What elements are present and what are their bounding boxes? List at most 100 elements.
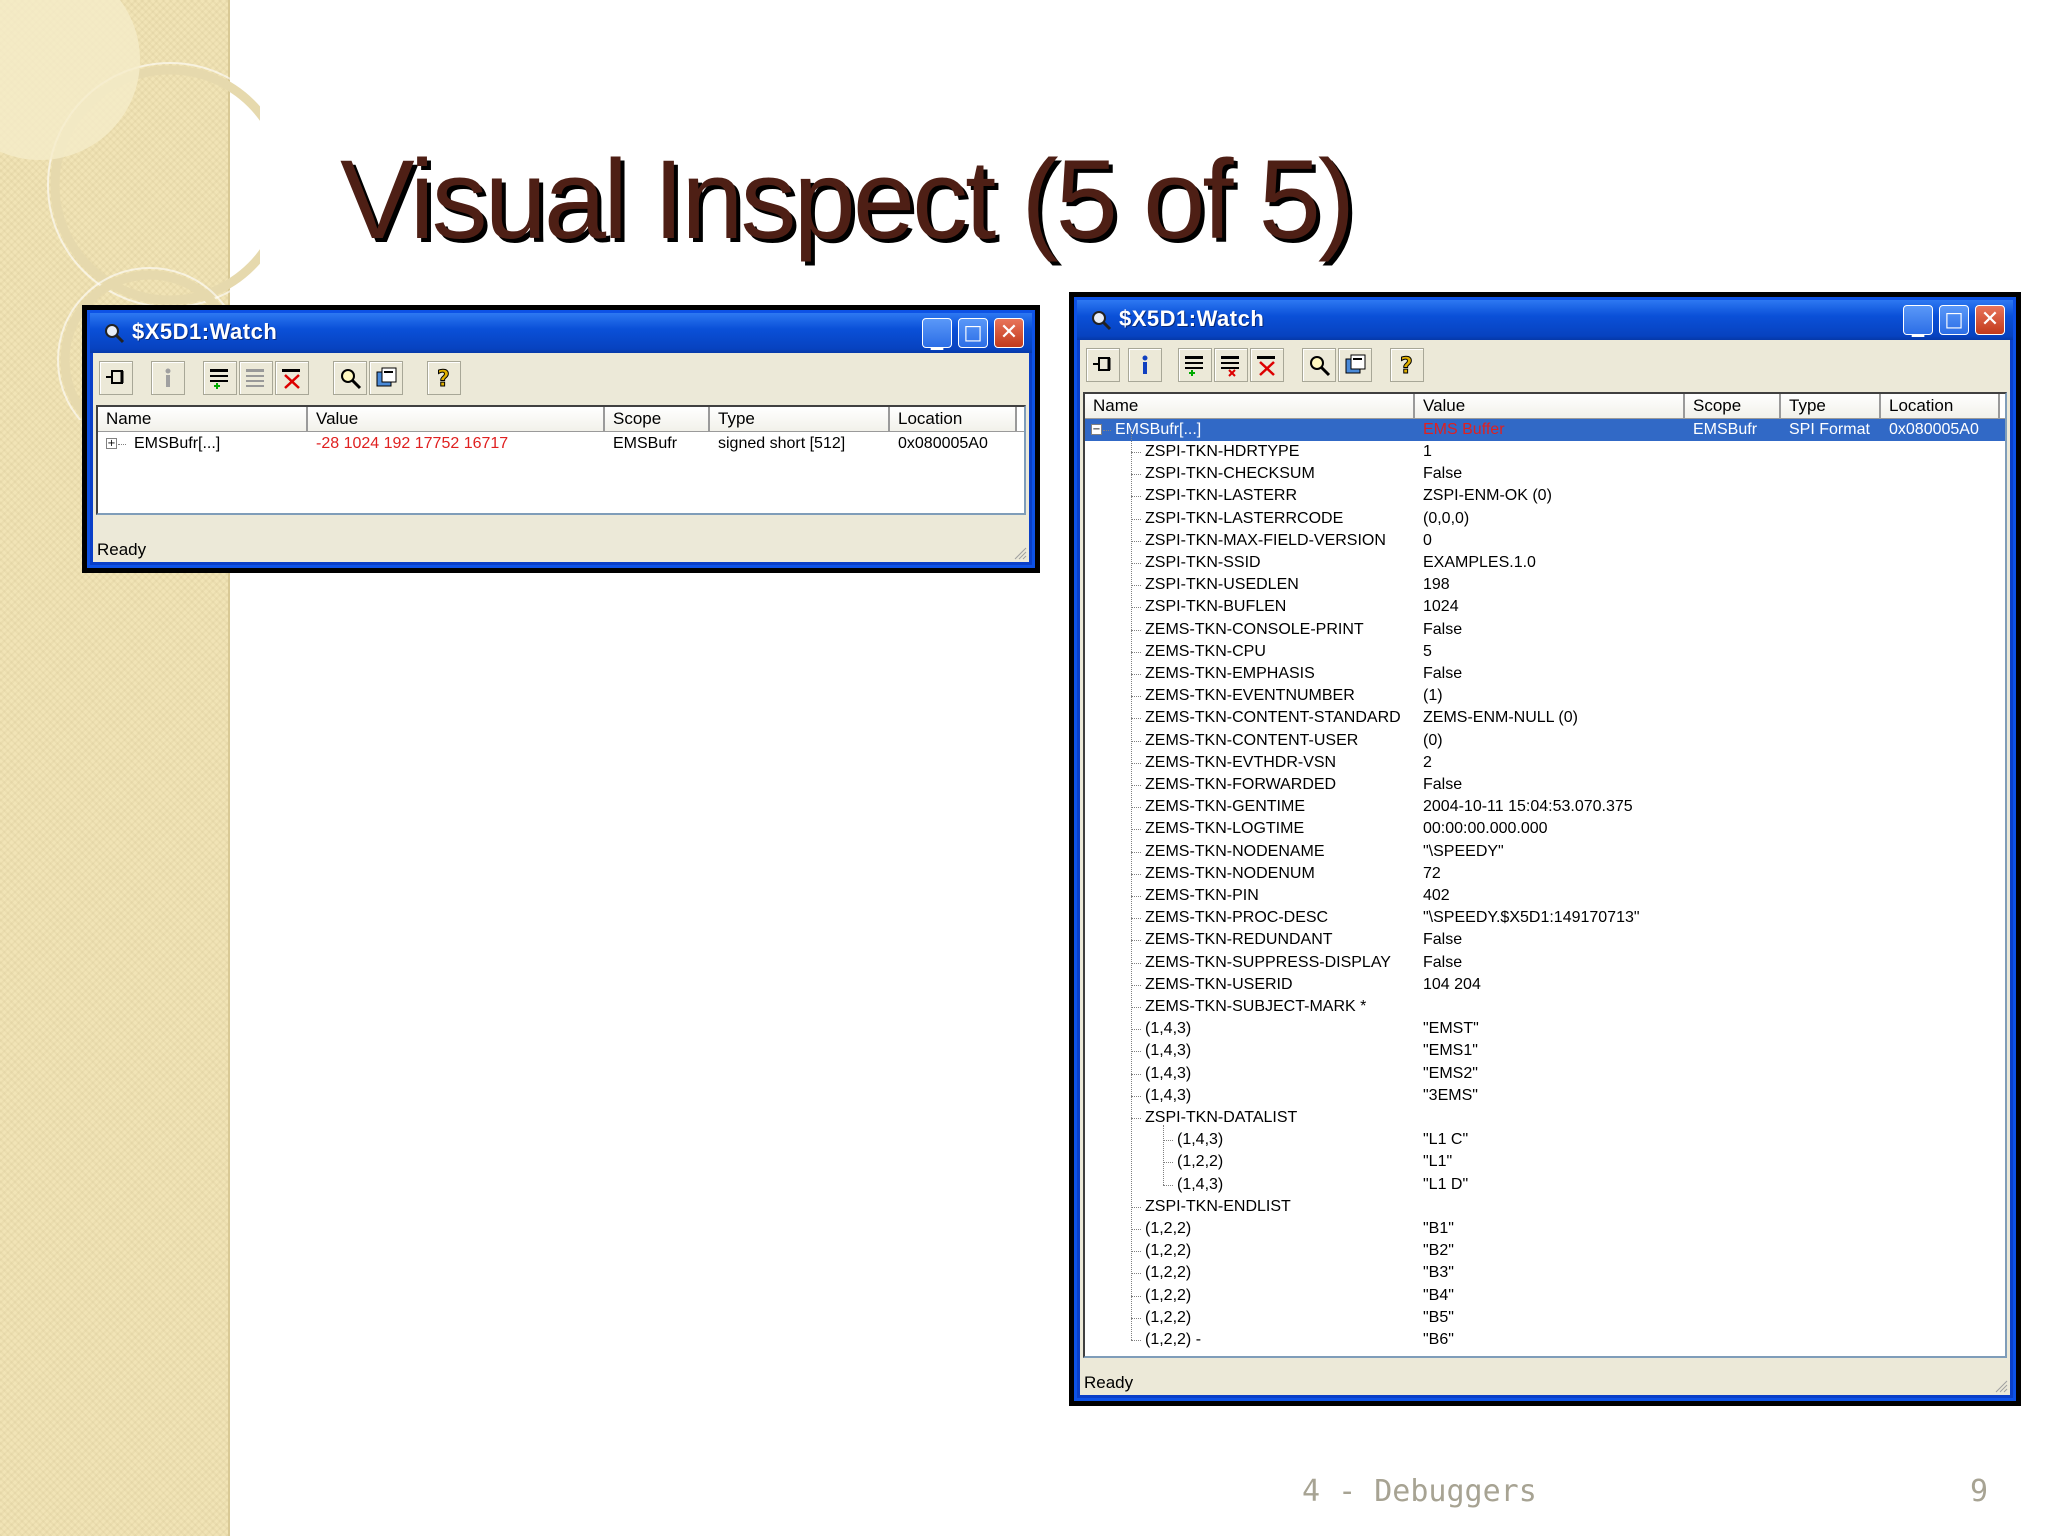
column-scope[interactable]: Scope [1685, 394, 1781, 418]
table-row[interactable]: ZEMS-TKN-SUPPRESS-DISPLAY False [1085, 952, 2005, 974]
table-row[interactable]: ZEMS-TKN-LOGTIME 00:00:00.000.000 [1085, 818, 2005, 840]
table-row[interactable]: ZSPI-TKN-ENDLIST [1085, 1196, 2005, 1218]
table-row[interactable]: (1,2,2) "B2" [1085, 1240, 2005, 1262]
inspect-button[interactable] [333, 361, 367, 395]
table-row[interactable]: (1,4,3) "3EMS" [1085, 1085, 2005, 1107]
row-name: ZSPI-TKN-USEDLEN [1145, 576, 1299, 594]
table-row[interactable]: ZEMS-TKN-SUBJECT-MARK * [1085, 996, 2005, 1018]
table-row[interactable]: ZSPI-TKN-CHECKSUM False [1085, 463, 2005, 485]
row-name: ZEMS-TKN-CONTENT-STANDARD [1145, 709, 1401, 727]
minimize-button[interactable]: ▁ [1903, 305, 1933, 337]
expand-icon[interactable]: + [106, 438, 117, 449]
column-type[interactable]: Type [710, 407, 890, 431]
watch-list[interactable]: Name Value Scope Type Location + EMSBufr… [96, 405, 1026, 515]
watch-tree[interactable]: Name Value Scope Type Location − EMSBufr… [1083, 392, 2007, 1358]
column-name[interactable]: Name [1085, 394, 1415, 418]
row-name: (1,2,2) [1177, 1153, 1224, 1171]
column-value[interactable]: Value [308, 407, 605, 431]
table-row[interactable]: + EMSBufr[...] -28 1024 192 17752 16717 … [98, 433, 1024, 455]
window-title: $X5D1:Watch [1119, 306, 1265, 331]
help-button[interactable]: ? [1390, 348, 1424, 382]
pin-button[interactable] [1086, 348, 1120, 382]
column-type[interactable]: Type [1781, 394, 1881, 418]
column-location[interactable]: Location [890, 407, 1017, 431]
table-row[interactable]: ZEMS-TKN-GENTIME 2004-10-11 15:04:53.070.… [1085, 796, 2005, 818]
pin-button[interactable] [99, 361, 133, 395]
resize-grip-icon[interactable] [1994, 1379, 2008, 1393]
table-row[interactable]: (1,2,2) "L1" [1085, 1151, 2005, 1173]
table-row[interactable]: (1,2,2) "B4" [1085, 1285, 2005, 1307]
column-scope[interactable]: Scope [605, 407, 710, 431]
column-value[interactable]: Value [1415, 394, 1685, 418]
inspect-button[interactable] [1302, 348, 1336, 382]
table-row[interactable]: ZSPI-TKN-DATALIST [1085, 1107, 2005, 1129]
table-row[interactable]: (1,4,3) "L1 C" [1085, 1129, 2005, 1151]
svg-text:?: ? [1400, 354, 1413, 377]
table-row[interactable]: ZEMS-TKN-NODENUM 72 [1085, 863, 2005, 885]
table-row[interactable]: ZEMS-TKN-NODENAME "\SPEEDY" [1085, 841, 2005, 863]
delete-watch-button[interactable] [275, 361, 309, 395]
row-value: 2 [1423, 753, 1432, 771]
minimize-button[interactable]: ▁ [922, 318, 952, 350]
table-row[interactable]: (1,4,3) "EMS2" [1085, 1063, 2005, 1085]
table-row[interactable]: ZSPI-TKN-BUFLEN 1024 [1085, 596, 2005, 618]
table-row[interactable]: ZEMS-TKN-CONTENT-STANDARD ZEMS-ENM-NULL (… [1085, 707, 2005, 729]
table-row[interactable]: ZEMS-TKN-USERID 104 204 [1085, 974, 2005, 996]
table-row[interactable]: (1,2,2) - "B6" [1085, 1329, 2005, 1351]
info-button[interactable] [1128, 348, 1162, 382]
table-row[interactable]: ZEMS-TKN-FORWARDED False [1085, 774, 2005, 796]
row-name: (1,2,2) - [1145, 1331, 1202, 1348]
table-row[interactable]: ZEMS-TKN-CONSOLE-PRINT False [1085, 619, 2005, 641]
inspect-icon [1310, 356, 1331, 377]
watch-window-large: $X5D1:Watch ▁ □ ✕ ? Name Value Scope Typ… [1069, 292, 2021, 1406]
tree-line [1131, 807, 1141, 809]
table-row[interactable]: (1,4,3) "L1 D" [1085, 1174, 2005, 1196]
table-row[interactable]: ZEMS-TKN-REDUNDANT False [1085, 929, 2005, 951]
delete-watch-button[interactable] [1250, 348, 1284, 382]
table-row[interactable]: (1,2,2) "B1" [1085, 1218, 2005, 1240]
add-watch-button[interactable] [1178, 348, 1212, 382]
table-row[interactable]: (1,2,2) "B5" [1085, 1307, 2005, 1329]
info-button[interactable] [151, 361, 185, 395]
table-row[interactable]: ZEMS-TKN-PROC-DESC "\SPEEDY.$X5D1:1491707… [1085, 907, 2005, 929]
modify-watch-button[interactable] [239, 361, 273, 395]
maximize-button[interactable]: □ [958, 318, 988, 348]
table-row[interactable]: ZEMS-TKN-CPU 5 [1085, 641, 2005, 663]
collapse-icon[interactable]: − [1091, 424, 1102, 435]
maximize-button[interactable]: □ [1939, 305, 1969, 335]
add-watch-icon [1185, 356, 1203, 376]
minimize-icon: ▁ [1911, 318, 1925, 337]
row-name: ZEMS-TKN-FORWARDED [1145, 776, 1337, 793]
close-button[interactable]: ✕ [1975, 305, 2005, 335]
table-row[interactable]: ZEMS-TKN-CONTENT-USER (0) [1085, 730, 2005, 752]
column-name[interactable]: Name [98, 407, 308, 431]
table-row[interactable]: ZSPI-TKN-HDRTYPE 1 [1085, 441, 2005, 463]
copy-button[interactable] [1338, 348, 1372, 382]
help-button[interactable]: ? [427, 361, 461, 395]
copy-button[interactable] [369, 361, 403, 395]
add-watch-button[interactable] [203, 361, 237, 395]
row-name: ZEMS-TKN-EMPHASIS [1145, 665, 1315, 682]
table-row[interactable]: ZSPI-TKN-USEDLEN 198 [1085, 574, 2005, 596]
list-header: Name Value Scope Type Location [1085, 394, 2005, 419]
table-row[interactable]: (1,2,2) "B3" [1085, 1262, 2005, 1284]
close-button[interactable]: ✕ [994, 318, 1024, 348]
table-row[interactable]: ZEMS-TKN-EVTHDR-VSN 2 [1085, 752, 2005, 774]
resize-grip-icon[interactable] [1013, 546, 1027, 560]
table-row[interactable]: ZSPI-TKN-LASTERR ZSPI-ENM-OK (0) [1085, 485, 2005, 507]
table-row[interactable]: ZEMS-TKN-PIN 402 [1085, 885, 2005, 907]
column-location[interactable]: Location [1881, 394, 2000, 418]
table-row[interactable]: ZSPI-TKN-SSID EXAMPLES.1.0 [1085, 552, 2005, 574]
row-value: ZSPI-ENM-OK (0) [1423, 487, 1552, 505]
table-row[interactable]: (1,4,3) "EMST" [1085, 1018, 2005, 1040]
modify-watch-button[interactable] [1214, 348, 1248, 382]
table-row[interactable]: ZSPI-TKN-LASTERRCODE (0,0,0) [1085, 508, 2005, 530]
table-row[interactable]: ZEMS-TKN-EVENTNUMBER (1) [1085, 685, 2005, 707]
table-row-root[interactable]: − EMSBufr[...] EMS Buffer EMSBufr SPI Fo… [1085, 419, 2005, 441]
title-bar[interactable]: $X5D1:Watch ▁ □ ✕ [1077, 300, 2013, 340]
table-row[interactable]: ZSPI-TKN-MAX-FIELD-VERSION 0 [1085, 530, 2005, 552]
title-bar[interactable]: $X5D1:Watch ▁ □ ✕ [90, 313, 1032, 353]
table-row[interactable]: (1,4,3) "EMS1" [1085, 1040, 2005, 1062]
row-type: signed short [512] [718, 435, 846, 452]
table-row[interactable]: ZEMS-TKN-EMPHASIS False [1085, 663, 2005, 685]
